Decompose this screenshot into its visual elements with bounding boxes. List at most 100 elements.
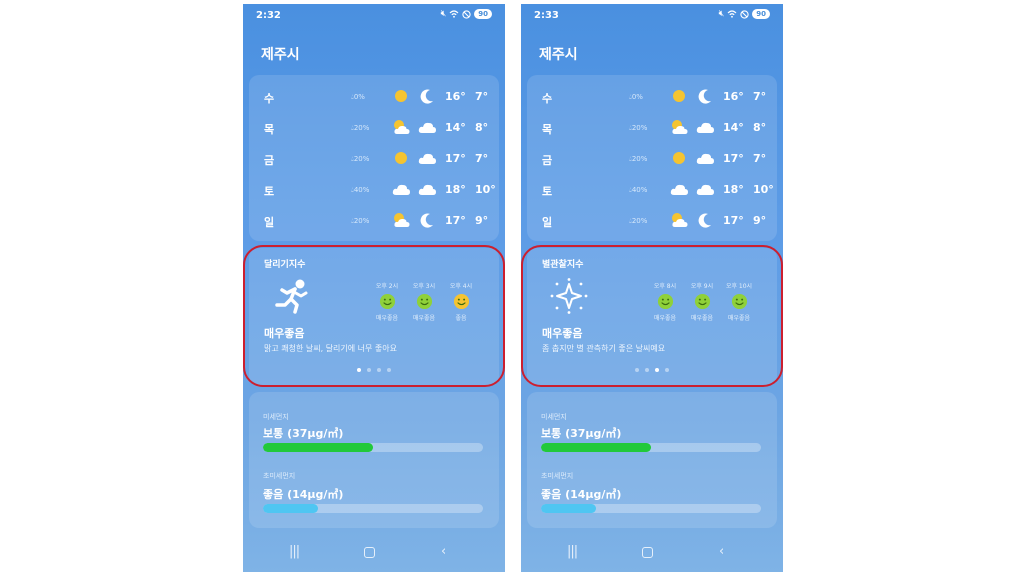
forecast-precip: 💧︎20% (351, 217, 370, 225)
cloud-icon (418, 153, 436, 164)
weekly-forecast-card[interactable]: 수 💧︎0% 16° 7° 목 💧︎20% 14° 8° 금 💧︎20% 17° 7° 토 💧︎40% 18… (249, 75, 499, 241)
forecast-precip: 💧︎40% (629, 186, 648, 194)
status-bar: 2:33 🔇︎ 90 (521, 4, 783, 26)
cloud-icon (696, 184, 714, 195)
forecast-row: 토 💧︎40% 18° 10° (249, 180, 499, 200)
forecast-precip: 💧︎20% (351, 124, 370, 132)
weekly-forecast-card[interactable]: 수 💧︎0% 16° 7° 목 💧︎20% 14° 8° 금 💧︎20% 17° 7° 토 💧︎40% 18… (527, 75, 777, 241)
hour-rating: 매우좋음 (412, 315, 436, 322)
smiley-face-icon (731, 293, 747, 310)
forecast-low: 7° (753, 90, 767, 103)
status-icons: 🔇︎ 90 (441, 9, 492, 19)
back-icon[interactable]: ‹ (441, 544, 446, 560)
pm10-bar-fill (263, 443, 373, 452)
forecast-row: 금 💧︎20% 17° 7° (527, 149, 777, 169)
moon-icon (420, 89, 433, 104)
home-icon[interactable] (642, 547, 653, 558)
recent-apps-icon[interactable]: ||| (567, 544, 578, 560)
pm10-value: 보통 (37μg/㎥) (541, 427, 622, 440)
smiley-face-icon (416, 293, 432, 310)
hourly-index-item: 오후 4시 좋음 (441, 281, 481, 322)
index-icon-slot (549, 278, 589, 314)
forecast-row: 금 💧︎20% 17° 7° (249, 149, 499, 169)
forecast-day: 토 (264, 185, 275, 198)
index-description: 좀 춥지만 별 관측하기 좋은 날씨예요 (542, 344, 666, 353)
sun-icon (673, 90, 685, 102)
index-rating: 매우좋음 (542, 327, 583, 340)
sparkle-star-icon (550, 278, 588, 314)
pm25-bar (263, 504, 483, 513)
air-quality-card[interactable]: 미세먼지 보통 (37μg/㎥) 초미세먼지 좋음 (14μg/㎥) (249, 392, 499, 528)
pm25-bar (541, 504, 761, 513)
forecast-precip: 💧︎20% (351, 155, 370, 163)
wifi-icon (727, 10, 737, 18)
recent-apps-icon[interactable]: ||| (289, 544, 300, 560)
forecast-high: 16° (723, 90, 744, 103)
page-dot[interactable] (665, 368, 669, 372)
hour-rating: 매우좋음 (653, 315, 677, 322)
pm25-bar-fill (541, 504, 596, 513)
pm10-label: 미세먼지 (541, 413, 567, 421)
battery-icon: 90 (752, 9, 770, 19)
moon-icon (698, 89, 711, 104)
moon-icon (420, 213, 433, 228)
hour-rating: 좋음 (455, 315, 467, 322)
pm25-bar-fill (263, 504, 318, 513)
forecast-high: 18° (723, 183, 744, 196)
sun-icon (673, 152, 685, 164)
moon-icon (698, 213, 711, 228)
hour-label: 오후 9시 (690, 283, 714, 290)
index-description: 맑고 쾌청한 날씨, 달리기에 너무 좋아요 (264, 344, 398, 353)
page-dot[interactable] (645, 368, 649, 372)
sun-icon (395, 152, 407, 164)
mute-icon: 🔇︎ (440, 9, 447, 19)
forecast-day: 일 (264, 216, 275, 229)
runner-icon (275, 279, 308, 314)
page-dot[interactable] (655, 368, 659, 372)
hourly-index-item: 오후 3시 매우좋음 (404, 281, 444, 322)
hour-rating: 매우좋음 (690, 315, 714, 322)
phone-screen-right: 2:33 🔇︎ 90 제주시 수 💧︎0% 16° 7° 목 💧︎20% 14° 8° 금 💧︎2… (521, 4, 783, 572)
pm10-bar (541, 443, 761, 452)
hour-rating: 매우좋음 (375, 315, 399, 322)
hourly-index-item: 오후 10시 매우좋음 (719, 281, 759, 322)
back-icon[interactable]: ‹ (719, 544, 724, 560)
phone-screen-left: 2:32 🔇︎ 90 제주시 수 💧︎0% 16° 7° 목 💧︎20% 14° 8° 금 💧︎2… (243, 4, 505, 572)
cloud-icon (670, 184, 688, 195)
activity-index-card[interactable]: 별관찰지수 매우좋음 좀 춥지만 별 관측하기 좋은 날씨예요 오후 8시 매우좋… (527, 248, 777, 386)
page-indicator[interactable] (249, 368, 499, 372)
index-rating: 매우좋음 (264, 327, 305, 340)
pm10-bar (263, 443, 483, 452)
forecast-row: 수 💧︎0% 16° 7° (249, 87, 499, 107)
cloud-icon (418, 122, 436, 133)
hour-label: 오후 10시 (725, 283, 753, 290)
forecast-day: 수 (264, 92, 275, 105)
pm25-label: 초미세먼지 (263, 472, 296, 480)
forecast-day: 토 (542, 185, 553, 198)
air-quality-card[interactable]: 미세먼지 보통 (37μg/㎥) 초미세먼지 좋음 (14μg/㎥) (527, 392, 777, 528)
home-icon[interactable] (364, 547, 375, 558)
page-dot[interactable] (367, 368, 371, 372)
index-icon-slot (271, 278, 311, 314)
pm25-value: 좋음 (14μg/㎥) (263, 488, 344, 501)
page-dot[interactable] (635, 368, 639, 372)
page-dot[interactable] (377, 368, 381, 372)
page-indicator[interactable] (527, 368, 777, 372)
forecast-row: 목 💧︎20% 14° 8° (527, 118, 777, 138)
activity-index-card[interactable]: 달리기지수 매우좋음 맑고 쾌청한 날씨, 달리기에 너무 좋아요 오후 2시 매… (249, 248, 499, 386)
navigation-bar: ||| ‹ (521, 540, 783, 568)
page-dot[interactable] (387, 368, 391, 372)
page-dot[interactable] (357, 368, 361, 372)
forecast-low: 10° (475, 183, 496, 196)
forecast-low: 10° (753, 183, 774, 196)
smiley-face-icon (694, 293, 710, 310)
smiley-face-icon (453, 293, 469, 310)
forecast-low: 9° (475, 214, 489, 227)
cloud-icon (392, 184, 410, 195)
status-bar: 2:32 🔇︎ 90 (243, 4, 505, 26)
pm25-label: 초미세먼지 (541, 472, 574, 480)
forecast-day: 목 (542, 123, 553, 136)
sun-cloud-icon (394, 213, 410, 227)
cloud-icon (696, 122, 714, 133)
city-title: 제주시 (539, 47, 578, 63)
